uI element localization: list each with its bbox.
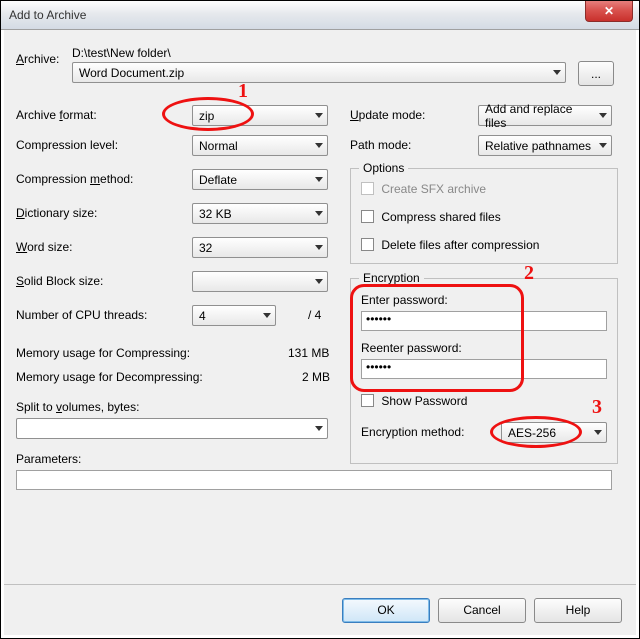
titlebar: Add to Archive ✕ — [1, 1, 639, 30]
compression-method-combo[interactable]: Deflate — [192, 169, 328, 190]
annotation-number-1: 1 — [238, 80, 248, 103]
mem-decompress-label: Memory usage for Decompressing: — [16, 370, 203, 384]
enter-password-input[interactable]: •••••• — [361, 311, 607, 331]
reenter-password-label: Reenter password: — [361, 341, 462, 355]
compress-shared-label: Compress shared files — [381, 210, 500, 224]
update-mode-label: Update mode: — [350, 108, 425, 122]
sfx-label: Create SFX archive — [381, 182, 486, 196]
archive-format-label: Archive format: — [16, 108, 97, 122]
sfx-checkbox — [361, 182, 374, 195]
chevron-down-icon — [553, 70, 561, 75]
dictionary-size-combo[interactable]: 32 KB — [192, 203, 328, 224]
footer: OK Cancel Help — [4, 584, 636, 635]
show-password-checkbox[interactable] — [361, 394, 374, 407]
archive-path: D:\test\New folder\ — [72, 46, 171, 60]
compression-method-label: Compression method: — [16, 172, 133, 186]
delete-after-label: Delete files after compression — [381, 238, 539, 252]
cancel-button[interactable]: Cancel — [438, 598, 526, 623]
archive-label: Archive: — [16, 52, 59, 66]
options-legend: Options — [359, 161, 408, 175]
chevron-down-icon — [594, 430, 602, 435]
chevron-down-icon — [599, 143, 607, 148]
delete-after-checkbox[interactable] — [361, 238, 374, 251]
archive-filename-combo[interactable]: Word Document.zip — [72, 62, 566, 83]
reenter-password-input[interactable]: •••••• — [361, 359, 607, 379]
dictionary-size-label: Dictionary size: — [16, 206, 97, 220]
show-password-label: Show Password — [381, 394, 467, 408]
parameters-input[interactable] — [16, 470, 612, 490]
encryption-group: Encryption Enter password: •••••• Reente… — [350, 278, 618, 464]
word-size-label: Word size: — [16, 240, 72, 254]
archive-filename: Word Document.zip — [79, 66, 184, 80]
cpu-threads-total: / 4 — [308, 308, 321, 322]
compression-level-label: Compression level: — [16, 138, 118, 152]
mem-decompress-value: 2 MB — [302, 370, 330, 384]
cpu-threads-label: Number of CPU threads: — [16, 308, 147, 322]
path-mode-combo[interactable]: Relative pathnames — [478, 135, 612, 156]
word-size-combo[interactable]: 32 — [192, 237, 328, 258]
cpu-threads-combo[interactable]: 4 — [192, 305, 276, 326]
close-icon: ✕ — [604, 4, 614, 18]
chevron-down-icon — [315, 426, 323, 431]
solid-block-size-label: Solid Block size: — [16, 274, 103, 288]
compression-level-combo[interactable]: Normal — [192, 135, 328, 156]
chevron-down-icon — [599, 113, 607, 118]
ok-button[interactable]: OK — [342, 598, 430, 623]
chevron-down-icon — [315, 177, 323, 182]
path-mode-label: Path mode: — [350, 138, 411, 152]
encryption-method-combo[interactable]: AES-256 — [501, 422, 607, 443]
chevron-down-icon — [315, 143, 323, 148]
chevron-down-icon — [315, 279, 323, 284]
close-button[interactable]: ✕ — [585, 1, 633, 22]
browse-button[interactable]: ... — [578, 61, 614, 86]
encryption-method-label: Encryption method: — [361, 425, 464, 439]
encryption-legend: Encryption — [359, 271, 424, 285]
chevron-down-icon — [315, 113, 323, 118]
solid-block-size-combo[interactable] — [192, 271, 328, 292]
split-volumes-combo[interactable] — [16, 418, 328, 439]
compress-shared-checkbox[interactable] — [361, 210, 374, 223]
split-volumes-label: Split to volumes, bytes: — [16, 400, 139, 414]
chevron-down-icon — [315, 211, 323, 216]
window-title: Add to Archive — [9, 8, 86, 22]
parameters-label: Parameters: — [16, 452, 81, 466]
chevron-down-icon — [263, 313, 271, 318]
mem-compress-label: Memory usage for Compressing: — [16, 346, 190, 360]
mem-compress-value: 131 MB — [288, 346, 329, 360]
help-button[interactable]: Help — [534, 598, 622, 623]
update-mode-combo[interactable]: Add and replace files — [478, 105, 612, 126]
options-group: Options Create SFX archive Compress shar… — [350, 168, 618, 264]
chevron-down-icon — [315, 245, 323, 250]
archive-format-combo[interactable]: zip — [192, 105, 328, 126]
enter-password-label: Enter password: — [361, 293, 448, 307]
